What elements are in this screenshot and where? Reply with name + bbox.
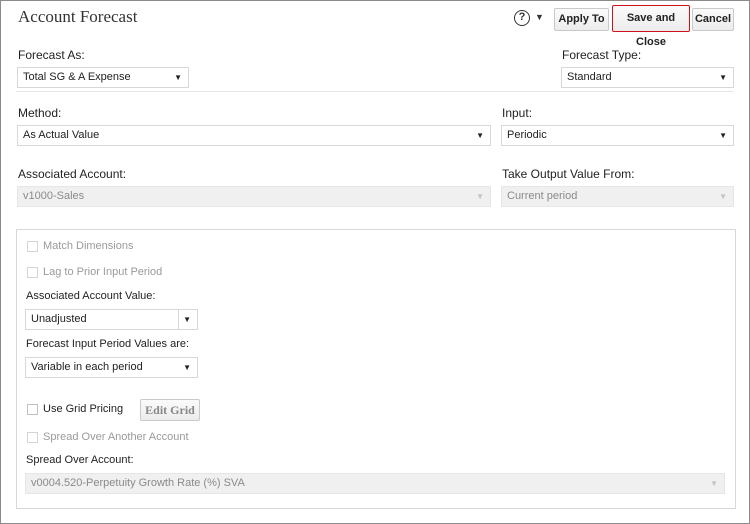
edit-grid-button: Edit Grid: [140, 399, 200, 421]
chevron-down-icon: ▼: [719, 73, 727, 82]
help-icon[interactable]: ?: [514, 10, 530, 26]
spread-account-label: Spread Over Account:: [26, 454, 134, 466]
input-period-select[interactable]: Variable in each period ▼: [25, 357, 198, 378]
input-value: Periodic: [507, 129, 547, 141]
input-select[interactable]: Periodic ▼: [501, 125, 734, 146]
spread-another-checkbox: [27, 432, 38, 443]
take-output-value: Current period: [507, 190, 578, 202]
use-grid-pricing-checkbox[interactable]: [27, 404, 38, 415]
take-output-select: Current period ▼: [501, 186, 734, 207]
chevron-down-icon: ▼: [183, 315, 191, 324]
chevron-down-icon: ▼: [710, 479, 718, 488]
spread-account-value: v0004.520-Perpetuity Growth Rate (%) SVA: [31, 477, 245, 489]
match-dimensions-label: Match Dimensions: [43, 240, 134, 252]
forecast-as-value: Total SG & A Expense: [23, 71, 131, 83]
input-period-value: Variable in each period: [31, 361, 143, 373]
method-value: As Actual Value: [23, 129, 100, 141]
input-period-label: Forecast Input Period Values are:: [26, 338, 190, 350]
forecast-type-select[interactable]: Standard ▼: [561, 67, 734, 88]
forecast-type-label: Forecast Type:: [562, 48, 642, 62]
method-label: Method:: [18, 106, 62, 120]
input-label: Input:: [502, 106, 533, 120]
chevron-down-icon: ▼: [476, 131, 484, 140]
assoc-value-label: Associated Account Value:: [26, 290, 156, 302]
forecast-as-label: Forecast As:: [18, 48, 85, 62]
associated-account-value: v1000-Sales: [23, 190, 85, 202]
spread-another-label: Spread Over Another Account: [43, 431, 189, 443]
take-output-label: Take Output Value From:: [502, 167, 635, 181]
method-select[interactable]: As Actual Value ▼: [17, 125, 491, 146]
help-menu-caret-icon[interactable]: ▼: [535, 12, 544, 22]
select-separator: [178, 310, 179, 329]
chevron-down-icon: ▼: [476, 192, 484, 201]
assoc-value-select[interactable]: Unadjusted ▼: [25, 309, 198, 330]
chevron-down-icon: ▼: [183, 363, 191, 372]
cancel-button[interactable]: Cancel: [692, 8, 734, 31]
spread-account-select: v0004.520-Perpetuity Growth Rate (%) SVA…: [25, 473, 725, 494]
chevron-down-icon: ▼: [719, 192, 727, 201]
save-and-close-button[interactable]: Save and Close: [612, 5, 690, 48]
use-grid-pricing-label: Use Grid Pricing: [43, 403, 124, 415]
associated-account-label: Associated Account:: [18, 167, 127, 181]
lag-prior-checkbox: [27, 267, 38, 278]
dialog-title: Account Forecast: [18, 7, 138, 26]
associated-account-select: v1000-Sales ▼: [17, 186, 491, 207]
divider: [16, 91, 734, 92]
apply-to-button[interactable]: Apply To: [554, 8, 609, 31]
chevron-down-icon: ▼: [174, 73, 182, 82]
match-dimensions-checkbox: [27, 241, 38, 252]
assoc-value-value: Unadjusted: [31, 313, 87, 325]
forecast-type-value: Standard: [567, 71, 612, 83]
forecast-as-select[interactable]: Total SG & A Expense ▼: [17, 67, 189, 88]
chevron-down-icon: ▼: [719, 131, 727, 140]
lag-prior-label: Lag to Prior Input Period: [43, 266, 163, 278]
